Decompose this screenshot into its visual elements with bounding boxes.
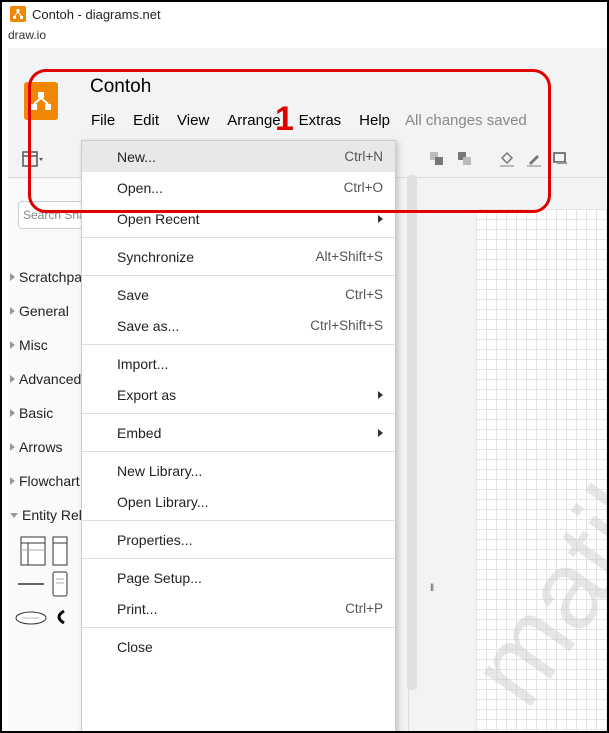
er-shape-table-2[interactable] <box>52 536 68 566</box>
menu-separator <box>82 451 395 452</box>
menu-separator <box>82 237 395 238</box>
menu-separator <box>82 413 395 414</box>
shortcut-print: Ctrl+P <box>345 601 383 616</box>
menu-item-export-as[interactable]: Export as <box>82 379 395 410</box>
shortcut-open: Ctrl+O <box>343 180 383 195</box>
menu-help[interactable]: Help <box>350 108 399 133</box>
document-title[interactable]: Contoh <box>90 76 151 98</box>
menu-item-new[interactable]: New... Ctrl+N <box>82 141 395 172</box>
menu-edit[interactable]: Edit <box>124 108 168 133</box>
menu-item-open-library[interactable]: Open Library... <box>82 486 395 517</box>
shortcut-save-as: Ctrl+Shift+S <box>310 318 383 333</box>
menu-file[interactable]: File <box>82 108 124 133</box>
shortcut-save: Ctrl+S <box>345 287 383 302</box>
menu-item-open[interactable]: Open... Ctrl+O <box>82 172 395 203</box>
shadow-icon[interactable] <box>552 150 570 168</box>
window-titlebar: Contoh - diagrams.net <box>2 2 607 26</box>
menu-separator <box>82 520 395 521</box>
line-color-icon[interactable] <box>525 150 543 168</box>
menu-separator <box>82 275 395 276</box>
drawio-logo-icon <box>10 6 26 22</box>
menu-separator <box>82 627 395 628</box>
er-shape-table[interactable] <box>20 536 46 566</box>
menu-item-new-library[interactable]: New Library... <box>82 455 395 486</box>
to-front-icon[interactable] <box>428 150 446 168</box>
er-shape-ellipse[interactable] <box>14 609 48 627</box>
submenu-arrow-icon <box>378 428 383 437</box>
shortcut-new: Ctrl+N <box>344 149 383 164</box>
window-title: Contoh - diagrams.net <box>32 6 161 22</box>
menu-item-embed[interactable]: Embed <box>82 417 395 448</box>
search-shapes-input[interactable]: Search Shapes <box>18 201 88 229</box>
er-shape-note[interactable] <box>52 571 68 597</box>
url-label: draw.io <box>8 28 47 42</box>
menubar: File Edit View Arrange Extras Help All c… <box>82 108 527 133</box>
er-shape-curve[interactable] <box>52 607 66 627</box>
menu-item-save-as[interactable]: Save as... Ctrl+Shift+S <box>82 310 395 341</box>
menu-view[interactable]: View <box>168 108 218 133</box>
submenu-arrow-icon <box>378 214 383 223</box>
menu-item-import[interactable]: Import... <box>82 348 395 379</box>
menu-scrollbar[interactable] <box>407 175 417 690</box>
menu-item-synchronize[interactable]: Synchronize Alt+Shift+S <box>82 241 395 272</box>
fill-color-icon[interactable] <box>498 150 516 168</box>
menu-separator <box>82 344 395 345</box>
menu-item-save[interactable]: Save Ctrl+S <box>82 279 395 310</box>
menu-extras[interactable]: Extras <box>290 108 351 133</box>
splitter-grip-icon[interactable]: ‖ <box>430 583 434 594</box>
menu-item-close[interactable]: Close <box>82 631 395 662</box>
menu-item-page-setup[interactable]: Page Setup... <box>82 562 395 593</box>
menu-item-properties[interactable]: Properties... <box>82 524 395 555</box>
app-header: Contoh File Edit View Arrange Extras Hel… <box>8 48 609 140</box>
menu-item-open-recent[interactable]: Open Recent <box>82 203 395 234</box>
file-menu: New... Ctrl+N Open... Ctrl+O Open Recent… <box>81 140 396 733</box>
diagram-canvas[interactable] <box>416 179 609 733</box>
submenu-arrow-icon <box>378 390 383 399</box>
format-panel-icon[interactable] <box>22 150 43 168</box>
menu-item-print[interactable]: Print... Ctrl+P <box>82 593 395 624</box>
er-shape-line[interactable] <box>16 574 46 594</box>
to-back-icon[interactable] <box>456 150 474 168</box>
canvas-grid <box>476 209 609 733</box>
menu-separator <box>82 558 395 559</box>
annotation-number: 1 <box>275 100 294 138</box>
shortcut-synchronize: Alt+Shift+S <box>315 249 383 264</box>
drawio-logo-icon[interactable] <box>24 82 58 120</box>
save-status: All changes saved <box>405 112 527 129</box>
